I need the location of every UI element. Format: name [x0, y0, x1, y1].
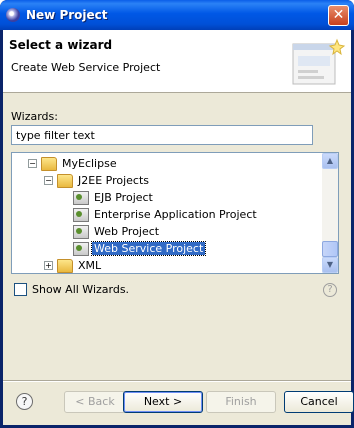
- wizards-label: Wizards:: [11, 110, 58, 123]
- show-all-wizards[interactable]: Show All Wizards.: [14, 283, 129, 296]
- wizard-tree[interactable]: − MyEclipse − J2EE Projects EJB Project …: [11, 152, 339, 274]
- help-button[interactable]: ?: [16, 393, 33, 410]
- divider: [3, 380, 351, 382]
- banner-title: Select a wizard: [9, 38, 113, 52]
- tree-item-label: Web Project: [94, 225, 160, 238]
- new-wizard-icon: [292, 38, 346, 85]
- filter-input[interactable]: [11, 125, 313, 145]
- tree-item-myeclipse[interactable]: − MyEclipse: [28, 155, 119, 172]
- tree-item-label: J2EE Projects: [78, 174, 150, 187]
- title-bar[interactable]: New Project ✕: [0, 0, 354, 30]
- tree-item-web-project[interactable]: Web Project: [73, 223, 161, 240]
- back-button[interactable]: < Back: [64, 391, 126, 413]
- window-title: New Project: [26, 8, 108, 22]
- tree-scrollbar[interactable]: ▲ ▼: [322, 153, 338, 273]
- wizard-banner: Select a wizard Create Web Service Proje…: [3, 30, 351, 93]
- scroll-down-icon[interactable]: ▼: [322, 257, 338, 273]
- next-button[interactable]: Next >: [123, 391, 203, 413]
- new-project-window: New Project ✕ Select a wizard Create Web…: [0, 0, 354, 428]
- ear-project-icon: [73, 207, 89, 222]
- close-button[interactable]: ✕: [328, 5, 349, 26]
- tree-item-label: Web Service Project: [90, 241, 207, 256]
- show-all-label: Show All Wizards.: [32, 283, 130, 296]
- web-project-icon: [73, 224, 89, 239]
- finish-button[interactable]: Finish: [206, 391, 276, 413]
- collapse-icon[interactable]: −: [44, 176, 53, 185]
- help-icon[interactable]: ?: [323, 283, 337, 297]
- dialog-body: Select a wizard Create Web Service Proje…: [3, 30, 354, 425]
- eclipse-icon: [6, 8, 20, 22]
- expand-icon[interactable]: +: [44, 261, 53, 270]
- scroll-thumb[interactable]: [322, 241, 338, 257]
- web-service-project-icon: [73, 241, 89, 256]
- tree-item-xml[interactable]: + XML: [44, 257, 103, 273]
- scroll-up-icon[interactable]: ▲: [322, 153, 338, 169]
- banner-description: Create Web Service Project: [11, 61, 161, 74]
- cancel-button[interactable]: Cancel: [284, 391, 354, 413]
- collapse-icon[interactable]: −: [28, 159, 37, 168]
- tree-item-enterprise-application-project[interactable]: Enterprise Application Project: [73, 206, 259, 223]
- tree-item-j2ee-projects[interactable]: − J2EE Projects: [44, 172, 151, 189]
- folder-icon: [57, 258, 73, 273]
- tree-item-label: EJB Project: [94, 191, 153, 204]
- folder-icon: [41, 156, 57, 171]
- tree-item-label: MyEclipse: [62, 157, 117, 170]
- tree-item-ejb-project[interactable]: EJB Project: [73, 189, 155, 206]
- tree-item-label: Enterprise Application Project: [94, 208, 257, 221]
- tree-item-label: XML: [78, 259, 102, 272]
- tree-item-web-service-project[interactable]: Web Service Project: [73, 240, 207, 257]
- show-all-checkbox[interactable]: [14, 283, 27, 296]
- folder-icon: [57, 173, 73, 188]
- ejb-project-icon: [73, 190, 89, 205]
